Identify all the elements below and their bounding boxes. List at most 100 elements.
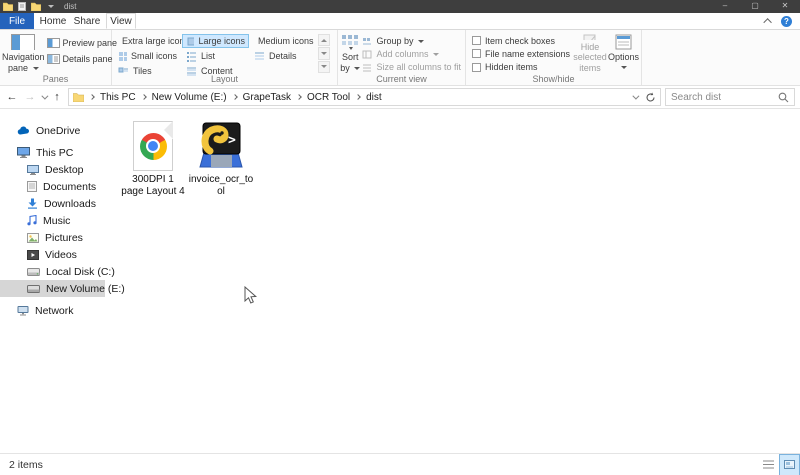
new-folder-icon[interactable] bbox=[31, 2, 41, 11]
items-count: 2 items bbox=[9, 458, 43, 471]
sort-by-icon bbox=[341, 35, 358, 50]
sidebar-item-label: Pictures bbox=[45, 231, 83, 244]
details-pane-button[interactable]: Details pane bbox=[45, 52, 120, 66]
sidebar-item-downloads[interactable]: Downloads bbox=[0, 195, 105, 212]
panes-group-label: Panes bbox=[42, 74, 69, 84]
sidebar-item-videos[interactable]: Videos bbox=[0, 246, 105, 263]
add-columns-label: Add columns bbox=[376, 49, 429, 59]
desktop-icon bbox=[27, 164, 39, 175]
sidebar-item-new-volume-e[interactable]: New Volume (E:) bbox=[0, 280, 125, 297]
checkbox-icon bbox=[472, 62, 481, 72]
item-check-boxes-checkbox[interactable]: Item check boxes bbox=[472, 35, 570, 46]
layout-group-label: Layout bbox=[210, 74, 239, 84]
search-icon[interactable] bbox=[778, 92, 789, 103]
sidebar-item-pictures[interactable]: Pictures bbox=[0, 229, 105, 246]
chrome-logo-icon bbox=[139, 132, 167, 160]
breadcrumb-ocr-tool[interactable]: OCR Tool bbox=[307, 92, 350, 103]
checkbox-icon bbox=[472, 49, 481, 59]
sidebar-item-documents[interactable]: Documents bbox=[0, 178, 105, 195]
gallery-more-icon[interactable] bbox=[318, 60, 330, 73]
customize-qat-caret-icon[interactable] bbox=[48, 5, 54, 8]
sidebar-item-label: This PC bbox=[36, 146, 74, 159]
hide-selected-items-button[interactable]: Hide selected items bbox=[572, 33, 608, 73]
ribbon-group-layout: Extra large icons Large icons Medium ico… bbox=[112, 30, 338, 85]
refresh-icon[interactable] bbox=[645, 92, 656, 103]
options-button[interactable]: Options bbox=[608, 33, 639, 73]
network-icon bbox=[17, 305, 29, 315]
details-view-toggle[interactable] bbox=[758, 454, 779, 475]
file-item-invoice-ocr-tool[interactable]: > invoice_ocr_tool bbox=[187, 117, 255, 198]
forward-button[interactable]: → bbox=[23, 91, 37, 103]
address-bar[interactable]: This PC New Volume (E:) GrapeTask OCR To… bbox=[68, 88, 661, 106]
sort-by-button[interactable]: Sort by bbox=[340, 33, 361, 73]
tab-view[interactable]: View bbox=[106, 13, 136, 29]
file-name-extensions-checkbox[interactable]: File name extensions bbox=[472, 48, 570, 59]
options-label: Options bbox=[607, 52, 639, 62]
sidebar-item-onedrive[interactable]: OneDrive bbox=[0, 122, 105, 139]
onedrive-cloud-icon bbox=[17, 126, 30, 135]
hidden-items-checkbox[interactable]: Hidden items bbox=[472, 62, 570, 73]
details-view-icon bbox=[763, 460, 774, 469]
up-button[interactable]: ↑ bbox=[50, 91, 64, 103]
drive-icon bbox=[27, 284, 40, 293]
sidebar-item-label: Network bbox=[35, 304, 74, 317]
breadcrumb-this-pc[interactable]: This PC bbox=[100, 92, 136, 103]
add-columns-button[interactable]: Add columns bbox=[360, 48, 463, 60]
sidebar-item-this-pc[interactable]: This PC bbox=[0, 144, 105, 161]
minimize-ribbon-icon[interactable] bbox=[763, 18, 772, 27]
address-dropdown-icon[interactable] bbox=[632, 92, 640, 100]
pyinstaller-executable-icon: > bbox=[197, 117, 245, 171]
close-button[interactable]: ✕ bbox=[770, 0, 800, 13]
gallery-scroll-down-icon[interactable] bbox=[318, 47, 330, 60]
checkbox-icon bbox=[472, 36, 481, 46]
layout-gallery: Extra large icons Large icons Medium ico… bbox=[114, 33, 317, 76]
search-input[interactable] bbox=[671, 91, 778, 103]
file-item-chrome-html[interactable]: 300DPI 1 page Layout 4 bbox=[119, 117, 187, 198]
layout-medium-icons[interactable]: Medium icons bbox=[250, 34, 317, 48]
help-icon[interactable]: ? bbox=[781, 15, 792, 27]
preview-pane-button[interactable]: Preview pane bbox=[45, 36, 120, 50]
layout-details[interactable]: Details bbox=[250, 49, 317, 63]
breadcrumb-dist[interactable]: dist bbox=[366, 92, 382, 103]
sidebar-item-label: Downloads bbox=[44, 197, 96, 210]
sidebar-item-network[interactable]: Network bbox=[0, 302, 105, 319]
navigation-pane: OneDrive This PC Desktop Documents Downl… bbox=[0, 109, 125, 453]
svg-text:>: > bbox=[228, 133, 236, 148]
minimize-button[interactable]: – bbox=[710, 0, 740, 13]
large-icons-view-icon bbox=[784, 460, 795, 469]
layout-small-icons[interactable]: Small icons bbox=[114, 49, 181, 63]
layout-list[interactable]: List bbox=[182, 49, 249, 63]
size-all-columns-button[interactable]: Size all columns to fit bbox=[360, 61, 463, 73]
window-title: dist bbox=[64, 2, 77, 11]
small-icons-icon bbox=[119, 51, 127, 61]
ribbon-group-panes: Navigation pane Preview pane Details pan… bbox=[0, 30, 117, 85]
file-list-area[interactable]: 300DPI 1 page Layout 4 > invoice_ocr_too… bbox=[105, 109, 800, 453]
window-controls: – ▢ ✕ bbox=[710, 0, 800, 13]
layout-extra-large-icons[interactable]: Extra large icons bbox=[114, 34, 189, 48]
tab-home[interactable]: Home bbox=[38, 13, 68, 29]
file-name-label: invoice_ocr_tool bbox=[188, 174, 254, 197]
group-by-button[interactable]: Group by bbox=[360, 35, 463, 47]
chrome-html-file-icon bbox=[133, 117, 173, 171]
sidebar-item-music[interactable]: Music bbox=[0, 212, 105, 229]
recent-locations-icon[interactable] bbox=[41, 92, 49, 100]
tab-share[interactable]: Share bbox=[72, 13, 102, 29]
file-name-extensions-label: File name extensions bbox=[485, 48, 571, 59]
properties-icon[interactable] bbox=[18, 2, 26, 11]
breadcrumb-new-volume[interactable]: New Volume (E:) bbox=[152, 92, 227, 103]
sidebar-item-local-disk-c[interactable]: Local Disk (C:) bbox=[0, 263, 115, 280]
main-area: OneDrive This PC Desktop Documents Downl… bbox=[0, 109, 800, 453]
breadcrumb-grapetask[interactable]: GrapeTask bbox=[243, 92, 291, 103]
layout-large-icons[interactable]: Large icons bbox=[182, 34, 249, 48]
search-box[interactable] bbox=[665, 88, 795, 106]
back-button[interactable]: ← bbox=[5, 91, 19, 103]
navigation-pane-button[interactable]: Navigation pane bbox=[2, 33, 45, 73]
gallery-scroll-up-icon[interactable] bbox=[318, 34, 330, 47]
large-icons-view-toggle[interactable] bbox=[779, 453, 800, 475]
hidden-items-label: Hidden items bbox=[485, 62, 538, 73]
videos-icon bbox=[27, 249, 39, 260]
tab-file[interactable]: File bbox=[0, 13, 34, 29]
maximize-button[interactable]: ▢ bbox=[740, 0, 770, 13]
sidebar-item-desktop[interactable]: Desktop bbox=[0, 161, 105, 178]
group-by-label: Group by bbox=[376, 36, 414, 46]
